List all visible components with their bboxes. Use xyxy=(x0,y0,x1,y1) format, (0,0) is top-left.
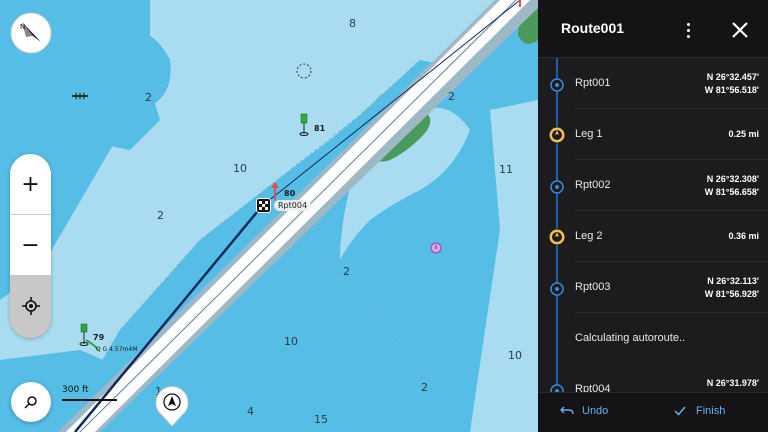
autoroute-status: Calculating autoroute.. xyxy=(575,332,686,344)
depth-label: 2 xyxy=(448,90,455,103)
buoy-label-80: 80 xyxy=(284,189,296,198)
leg-heading-icon xyxy=(548,228,566,246)
undo-button[interactable]: Undo xyxy=(560,405,608,417)
depth-label: 10 xyxy=(284,335,298,348)
search-button[interactable] xyxy=(11,382,51,422)
kebab-dot-icon xyxy=(686,22,690,26)
zoom-out-button[interactable]: − xyxy=(10,215,51,275)
leg-name: Leg 1 xyxy=(575,128,603,140)
navigate-button[interactable] xyxy=(155,386,189,428)
waypoint-dot-icon xyxy=(550,384,564,392)
search-icon xyxy=(24,396,37,409)
panel-footer: Undo Finish xyxy=(538,392,768,432)
waypoint-name: Rpt004 xyxy=(575,383,611,392)
list-item-rpt003[interactable]: Rpt003 N 26°32.113' W 81°56.928' xyxy=(538,262,768,313)
autoroute-status-row: Calculating autoroute.. xyxy=(538,313,768,364)
waypoint-name: Rpt003 xyxy=(575,281,611,293)
depth-label: 10 xyxy=(508,349,522,362)
route-panel: Route001 Rpt001 N 26°32.457' W 81°56.518… xyxy=(538,0,768,432)
longitude: W 81°56.928' xyxy=(704,289,759,299)
checkmark-icon xyxy=(674,406,686,416)
leg-heading-icon xyxy=(548,126,566,144)
waypoint-coordinates: N 26°31.978' xyxy=(707,377,759,390)
zoom-in-button[interactable]: + xyxy=(10,154,51,214)
depth-label: 2 xyxy=(157,209,164,222)
depth-label: 15 xyxy=(314,413,328,426)
waypoint-coordinates: N 26°32.457' W 81°56.518' xyxy=(705,71,759,97)
waypoint-dot-icon xyxy=(550,78,564,92)
svg-text:N: N xyxy=(20,23,25,31)
locate-button[interactable] xyxy=(10,276,51,336)
navigation-arrow-icon xyxy=(155,386,189,427)
depth-label: 8 xyxy=(349,17,356,30)
waypoint-dot-icon xyxy=(550,180,564,194)
scale-bar xyxy=(62,399,117,401)
chart-map[interactable]: N 8 2 10 2 2 11 2 10 10 2 4 15 1 81 80 7… xyxy=(0,0,538,432)
close-icon xyxy=(732,22,748,38)
waypoint-coordinates: N 26°32.308' W 81°56.658' xyxy=(705,173,759,199)
depth-label: 2 xyxy=(145,91,152,104)
nautical-chart: N xyxy=(0,0,538,432)
route-point-label: Rpt004 xyxy=(274,200,312,211)
latitude: N 26°32.308' xyxy=(706,174,759,184)
undo-icon xyxy=(560,406,574,415)
leg-name: Leg 2 xyxy=(575,230,603,242)
kebab-dot-icon xyxy=(686,28,690,32)
waypoint-name: Rpt001 xyxy=(575,77,611,89)
depth-label: 2 xyxy=(421,381,428,394)
list-item-rpt001[interactable]: Rpt001 N 26°32.457' W 81°56.518' xyxy=(538,58,768,109)
waypoint-dot-icon xyxy=(550,282,564,296)
panel-header: Route001 xyxy=(538,0,768,58)
finish-label: Finish xyxy=(696,405,726,417)
depth-label: 4 xyxy=(247,405,254,418)
more-options-button[interactable] xyxy=(680,18,696,42)
close-button[interactable] xyxy=(728,18,752,42)
leg-distance: 0.36 mi xyxy=(728,231,759,241)
list-item-rpt004[interactable]: Rpt004 N 26°31.978' xyxy=(538,364,768,392)
leg-distance: 0.25 mi xyxy=(728,129,759,139)
latitude: N 26°32.113' xyxy=(707,276,759,286)
longitude: W 81°56.658' xyxy=(704,187,759,197)
light-characteristic-label: Q G 4.57m4M xyxy=(96,346,138,353)
kebab-dot-icon xyxy=(686,34,690,38)
waypoint-name: Rpt002 xyxy=(575,179,611,191)
depth-label: 11 xyxy=(499,163,513,176)
crosshair-icon xyxy=(21,297,40,315)
route-title: Route001 xyxy=(561,20,625,36)
buoy-label-81: 81 xyxy=(314,124,326,133)
finish-button[interactable]: Finish xyxy=(674,405,725,417)
route-points-list[interactable]: Rpt001 N 26°32.457' W 81°56.518' Leg 1 0… xyxy=(538,58,768,392)
undo-label: Undo xyxy=(582,405,609,417)
map-controls: + − xyxy=(10,154,51,338)
route-point-marker[interactable]: Rpt004 xyxy=(256,198,312,213)
list-item-leg2[interactable]: Leg 2 0.36 mi xyxy=(538,211,768,262)
depth-label: 10 xyxy=(233,162,247,175)
latitude: N 26°31.978' xyxy=(706,378,759,388)
scale-label: 300 ft xyxy=(62,385,89,395)
depth-label: 2 xyxy=(343,265,350,278)
buoy-label-79: 79 xyxy=(93,333,105,342)
waypoint-coordinates: N 26°32.113' W 81°56.928' xyxy=(705,275,759,301)
checkered-flag-icon xyxy=(256,198,271,213)
longitude: W 81°56.518' xyxy=(704,85,759,95)
list-item-rpt002[interactable]: Rpt002 N 26°32.308' W 81°56.658' xyxy=(538,160,768,211)
list-item-leg1[interactable]: Leg 1 0.25 mi xyxy=(538,109,768,160)
latitude: N 26°32.457' xyxy=(706,72,759,82)
